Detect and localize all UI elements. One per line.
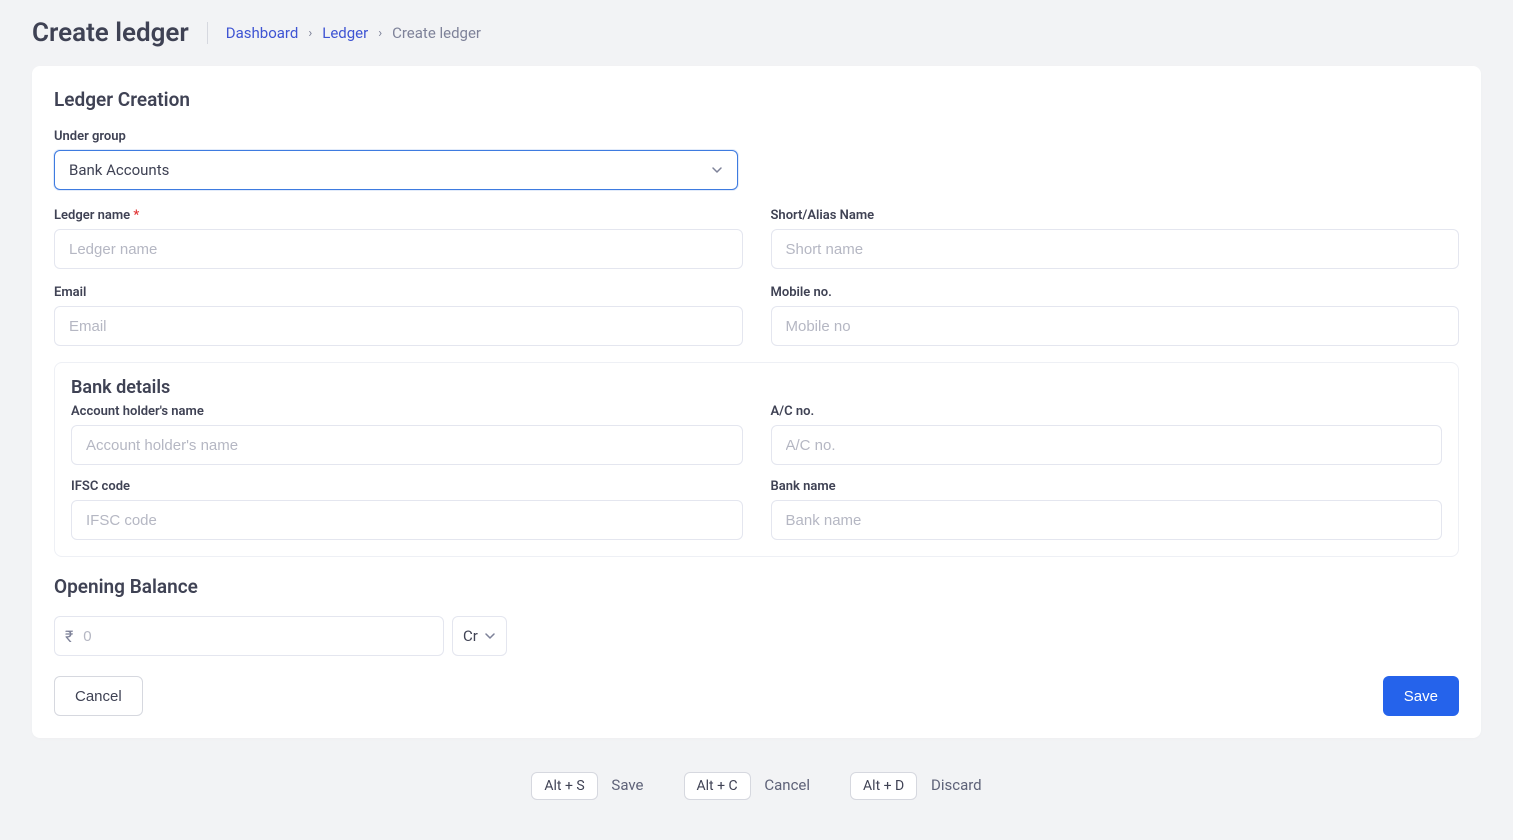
short-name-label: Short/Alias Name (771, 208, 1460, 223)
under-group-label: Under group (54, 129, 738, 144)
ledger-form-card: Ledger Creation Under group Bank Account… (32, 66, 1481, 738)
chevron-right-icon: › (378, 26, 382, 41)
shortcut-discard: Alt + D Discard (850, 772, 982, 800)
cancel-button[interactable]: Cancel (54, 676, 143, 716)
opening-balance-input[interactable] (83, 628, 433, 645)
bank-details-title: Bank details (71, 377, 1442, 398)
chevron-right-icon: › (308, 26, 312, 41)
shortcut-label: Cancel (764, 776, 810, 794)
ac-no-label: A/C no. (771, 404, 1443, 419)
bank-details-card: Bank details Account holder's name A/C n… (54, 362, 1459, 557)
header-separator (207, 22, 208, 44)
ifsc-label: IFSC code (71, 479, 743, 494)
save-button[interactable]: Save (1383, 676, 1459, 716)
opening-balance-title: Opening Balance (54, 575, 1459, 598)
opening-balance-field[interactable]: ₹ (54, 616, 444, 656)
shortcut-save: Alt + S Save (531, 772, 643, 800)
section-title: Ledger Creation (54, 88, 1459, 111)
shortcut-cancel: Alt + C Cancel (684, 772, 811, 800)
under-group-value: Bank Accounts (69, 161, 169, 179)
mobile-label: Mobile no. (771, 285, 1460, 300)
drcr-select[interactable]: Cr (452, 616, 507, 656)
account-holder-label: Account holder's name (71, 404, 743, 419)
rupee-icon: ₹ (65, 627, 73, 646)
under-group-select[interactable]: Bank Accounts (54, 150, 738, 190)
ledger-name-label: Ledger name * (54, 208, 743, 223)
breadcrumb-link-dashboard[interactable]: Dashboard (226, 24, 299, 42)
page-header: Create ledger Dashboard › Ledger › Creat… (0, 0, 1513, 66)
bank-name-label: Bank name (771, 479, 1443, 494)
breadcrumb: Dashboard › Ledger › Create ledger (226, 24, 481, 42)
ifsc-input[interactable] (71, 500, 743, 540)
shortcut-label: Save (611, 776, 643, 794)
email-label: Email (54, 285, 743, 300)
keyboard-shortcuts-bar: Alt + S Save Alt + C Cancel Alt + D Disc… (0, 758, 1513, 840)
kbd: Alt + D (850, 772, 917, 800)
shortcut-label: Discard (931, 776, 982, 794)
chevron-down-icon (711, 164, 723, 176)
page-title: Create ledger (32, 18, 189, 48)
ac-no-input[interactable] (771, 425, 1443, 465)
breadcrumb-link-ledger[interactable]: Ledger (322, 24, 368, 42)
chevron-down-icon (484, 630, 496, 642)
breadcrumb-current: Create ledger (392, 24, 481, 42)
short-name-input[interactable] (771, 229, 1460, 269)
kbd: Alt + S (531, 772, 597, 800)
account-holder-input[interactable] (71, 425, 743, 465)
bank-name-input[interactable] (771, 500, 1443, 540)
email-input[interactable] (54, 306, 743, 346)
ledger-name-input[interactable] (54, 229, 743, 269)
kbd: Alt + C (684, 772, 751, 800)
mobile-input[interactable] (771, 306, 1460, 346)
drcr-value: Cr (463, 627, 478, 645)
